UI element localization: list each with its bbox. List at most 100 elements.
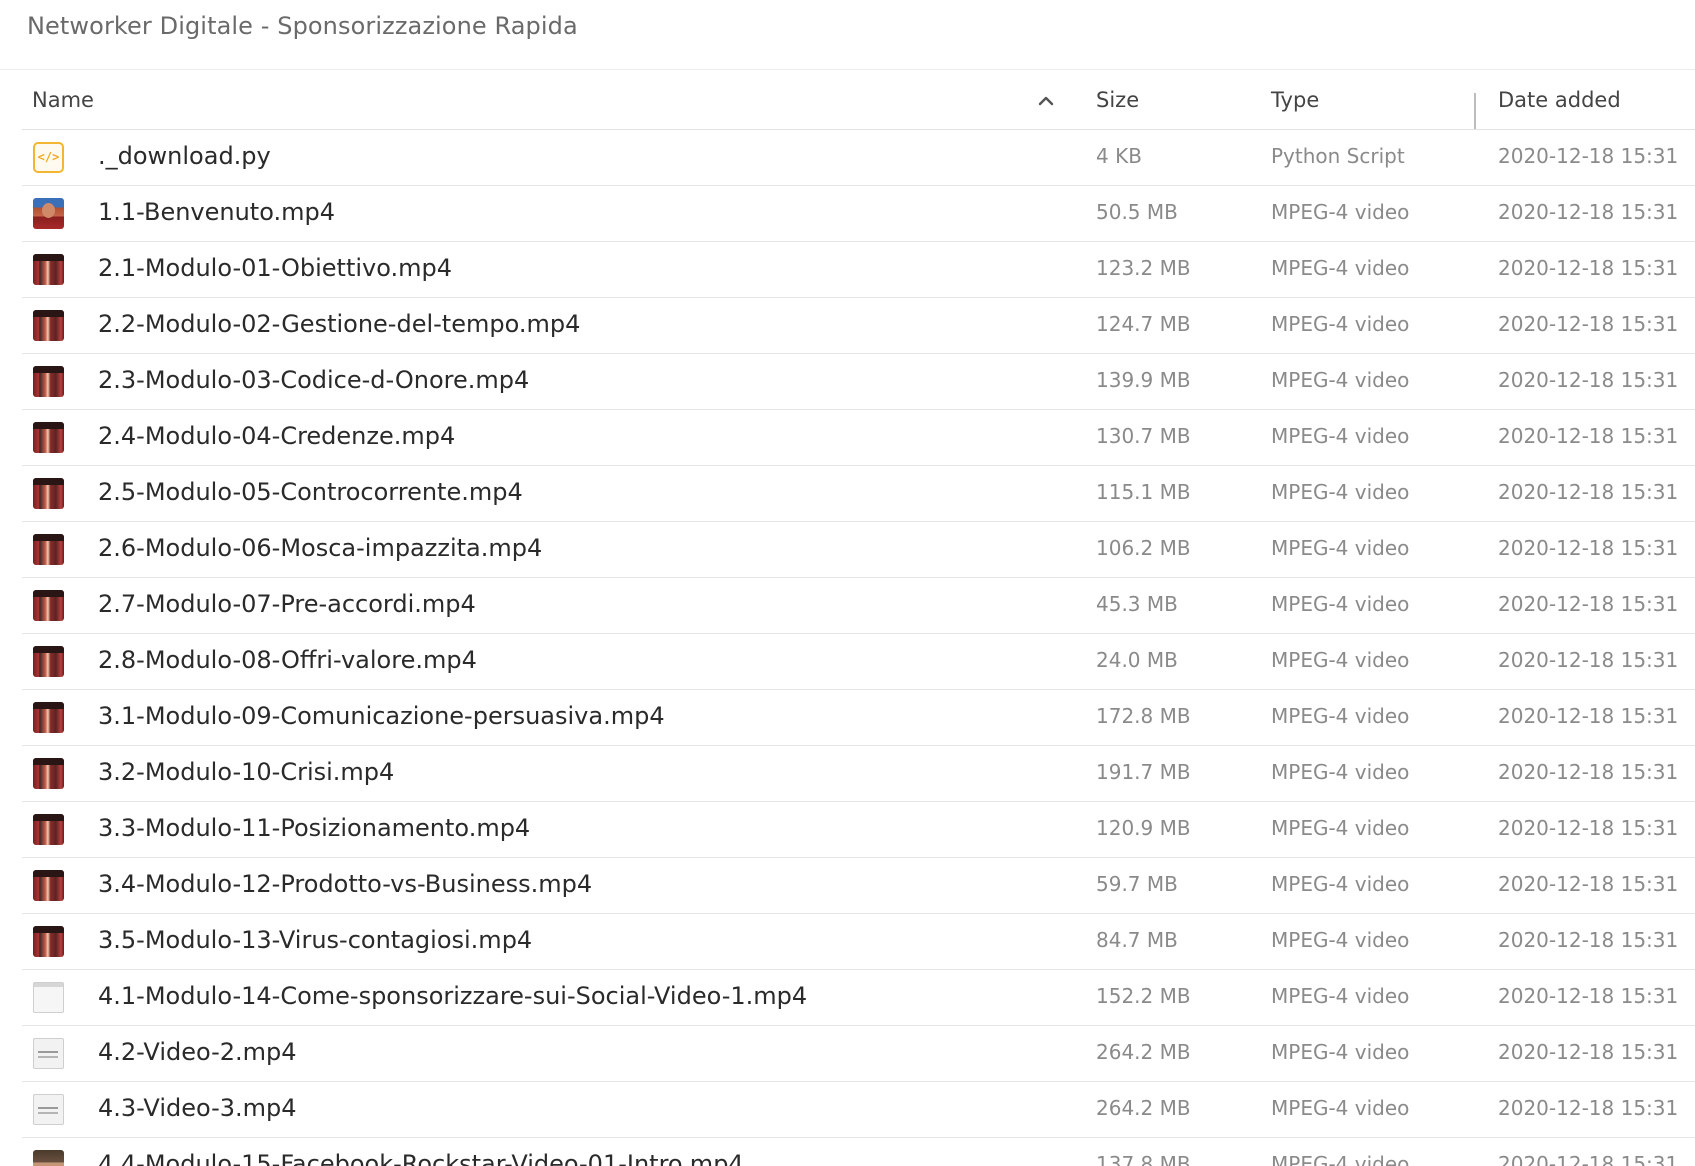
chevron-up-icon[interactable] [1036, 91, 1056, 111]
file-date-added: 2020-12-18 15:31 [1498, 144, 1679, 168]
column-header-row: Name Size Type Date added [22, 71, 1695, 130]
file-type: MPEG-4 video [1271, 760, 1410, 784]
file-row[interactable]: 2.2-Modulo-02-Gestione-del-tempo.mp4 124.… [22, 298, 1695, 354]
file-name: 3.2-Modulo-10-Crisi.mp4 [98, 758, 395, 786]
file-type: MPEG-4 video [1271, 816, 1410, 840]
file-name: 4.4-Modulo-15-Facebook-Rockstar-Video-01… [98, 1150, 744, 1166]
file-row[interactable]: </> ._download.py 4 KB Python Script 2020-12… [22, 130, 1695, 186]
column-resize-handle[interactable] [1474, 93, 1476, 129]
video-thumbnail-icon [33, 758, 64, 789]
video-thumbnail-icon [33, 870, 64, 901]
file-date-added: 2020-12-18 15:31 [1498, 256, 1679, 280]
file-type: MPEG-4 video [1271, 536, 1410, 560]
file-date-added: 2020-12-18 15:31 [1498, 648, 1679, 672]
file-row[interactable]: 2.1-Modulo-01-Obiettivo.mp4 123.2 MB MPEG-… [22, 242, 1695, 298]
file-size: 50.5 MB [1096, 200, 1178, 224]
file-date-added: 2020-12-18 15:31 [1498, 312, 1679, 336]
file-size: 152.2 MB [1096, 984, 1191, 1008]
file-date-added: 2020-12-18 15:31 [1498, 1152, 1679, 1166]
file-row[interactable]: 3.4-Modulo-12-Prodotto-vs-Business.mp4 59… [22, 858, 1695, 914]
file-name: ._download.py [98, 142, 271, 170]
file-name: 2.7-Modulo-07-Pre-accordi.mp4 [98, 590, 476, 618]
python-script-icon: </> [33, 142, 64, 173]
file-name: 4.1-Modulo-14-Come-sponsorizzare-sui-Soc… [98, 982, 808, 1010]
file-row[interactable]: 2.8-Modulo-08-Offri-valore.mp4 24.0 MB MPE… [22, 634, 1695, 690]
file-date-added: 2020-12-18 15:31 [1498, 480, 1679, 504]
file-type: MPEG-4 video [1271, 368, 1410, 392]
video-thumbnail-icon [33, 422, 64, 453]
column-header-type[interactable]: Type [1271, 88, 1319, 112]
file-date-added: 2020-12-18 15:31 [1498, 1040, 1679, 1064]
file-name: 3.5-Modulo-13-Virus-contagiosi.mp4 [98, 926, 533, 954]
file-type: MPEG-4 video [1271, 704, 1410, 728]
file-type: MPEG-4 video [1271, 256, 1410, 280]
column-header-date-added[interactable]: Date added [1498, 88, 1621, 112]
file-date-added: 2020-12-18 15:31 [1498, 200, 1679, 224]
file-row[interactable]: 2.5-Modulo-05-Controcorrente.mp4 115.1 MB… [22, 466, 1695, 522]
file-row[interactable]: 3.3-Modulo-11-Posizionamento.mp4 120.9 MB… [22, 802, 1695, 858]
video-thumbnail-icon [33, 702, 64, 733]
file-size: 106.2 MB [1096, 536, 1191, 560]
column-header-size[interactable]: Size [1096, 88, 1139, 112]
file-date-added: 2020-12-18 15:31 [1498, 984, 1679, 1008]
file-row[interactable]: 3.2-Modulo-10-Crisi.mp4 191.7 MB MPEG-4 vi… [22, 746, 1695, 802]
file-size: 120.9 MB [1096, 816, 1191, 840]
file-type: MPEG-4 video [1271, 1096, 1410, 1120]
file-size: 137.8 MB [1096, 1152, 1191, 1166]
file-size: 84.7 MB [1096, 928, 1178, 952]
file-list: </> ._download.py 4 KB Python Script 2020-12… [22, 130, 1695, 1166]
file-size: 191.7 MB [1096, 760, 1191, 784]
file-row[interactable]: 1.1-Benvenuto.mp4 50.5 MB MPEG-4 video 2020… [22, 186, 1695, 242]
file-date-added: 2020-12-18 15:31 [1498, 424, 1679, 448]
file-name: 2.6-Modulo-06-Mosca-impazzita.mp4 [98, 534, 543, 562]
video-thumbnail-icon [33, 926, 64, 957]
file-type: MPEG-4 video [1271, 872, 1410, 896]
file-name: 3.1-Modulo-09-Comunicazione-persuasiva.m… [98, 702, 665, 730]
file-name: 2.5-Modulo-05-Controcorrente.mp4 [98, 478, 523, 506]
file-row[interactable]: 3.5-Modulo-13-Virus-contagiosi.mp4 84.7 M… [22, 914, 1695, 970]
file-row[interactable]: 2.6-Modulo-06-Mosca-impazzita.mp4 106.2 M… [22, 522, 1695, 578]
file-size: 123.2 MB [1096, 256, 1191, 280]
file-name: 2.2-Modulo-02-Gestione-del-tempo.mp4 [98, 310, 581, 338]
file-row[interactable]: 4.2-Video-2.mp4 264.2 MB MPEG-4 video 2020-… [22, 1026, 1695, 1082]
video-thumbnail-icon [33, 1150, 64, 1166]
file-name: 2.8-Modulo-08-Offri-valore.mp4 [98, 646, 477, 674]
file-size: 130.7 MB [1096, 424, 1191, 448]
file-name: 4.2-Video-2.mp4 [98, 1038, 297, 1066]
video-thumbnail-icon [33, 1038, 64, 1069]
file-type: MPEG-4 video [1271, 1040, 1410, 1064]
file-name: 2.3-Modulo-03-Codice-d-Onore.mp4 [98, 366, 530, 394]
file-row[interactable]: 4.1-Modulo-14-Come-sponsorizzare-sui-Soc… [22, 970, 1695, 1026]
column-header-name[interactable]: Name [32, 88, 94, 112]
file-size: 124.7 MB [1096, 312, 1191, 336]
title-bar: Networker Digitale - Sponsorizzazione Ra… [0, 0, 1695, 70]
file-row[interactable]: 3.1-Modulo-09-Comunicazione-persuasiva.m… [22, 690, 1695, 746]
file-type: Python Script [1271, 144, 1405, 168]
file-name: 3.3-Modulo-11-Posizionamento.mp4 [98, 814, 531, 842]
file-date-added: 2020-12-18 15:31 [1498, 592, 1679, 616]
file-row[interactable]: 4.4-Modulo-15-Facebook-Rockstar-Video-01… [22, 1138, 1695, 1166]
video-thumbnail-icon [33, 590, 64, 621]
file-name: 2.4-Modulo-04-Credenze.mp4 [98, 422, 456, 450]
file-row[interactable]: 2.7-Modulo-07-Pre-accordi.mp4 45.3 MB MPEG… [22, 578, 1695, 634]
video-thumbnail-icon [33, 534, 64, 565]
file-date-added: 2020-12-18 15:31 [1498, 368, 1679, 392]
video-thumbnail-icon [33, 646, 64, 677]
file-type: MPEG-4 video [1271, 424, 1410, 448]
file-date-added: 2020-12-18 15:31 [1498, 536, 1679, 560]
file-row[interactable]: 4.3-Video-3.mp4 264.2 MB MPEG-4 video 2020-… [22, 1082, 1695, 1138]
file-row[interactable]: 2.3-Modulo-03-Codice-d-Onore.mp4 139.9 MB… [22, 354, 1695, 410]
file-name: 1.1-Benvenuto.mp4 [98, 198, 335, 226]
file-date-added: 2020-12-18 15:31 [1498, 760, 1679, 784]
file-name: 4.3-Video-3.mp4 [98, 1094, 297, 1122]
file-size: 172.8 MB [1096, 704, 1191, 728]
file-date-added: 2020-12-18 15:31 [1498, 704, 1679, 728]
file-type: MPEG-4 video [1271, 480, 1410, 504]
file-row[interactable]: 2.4-Modulo-04-Credenze.mp4 130.7 MB MPEG-4… [22, 410, 1695, 466]
file-size: 4 KB [1096, 144, 1142, 168]
window-title: Networker Digitale - Sponsorizzazione Ra… [27, 12, 578, 40]
video-thumbnail-icon [33, 310, 64, 341]
file-type: MPEG-4 video [1271, 648, 1410, 672]
video-thumbnail-icon [33, 814, 64, 845]
file-size: 115.1 MB [1096, 480, 1191, 504]
